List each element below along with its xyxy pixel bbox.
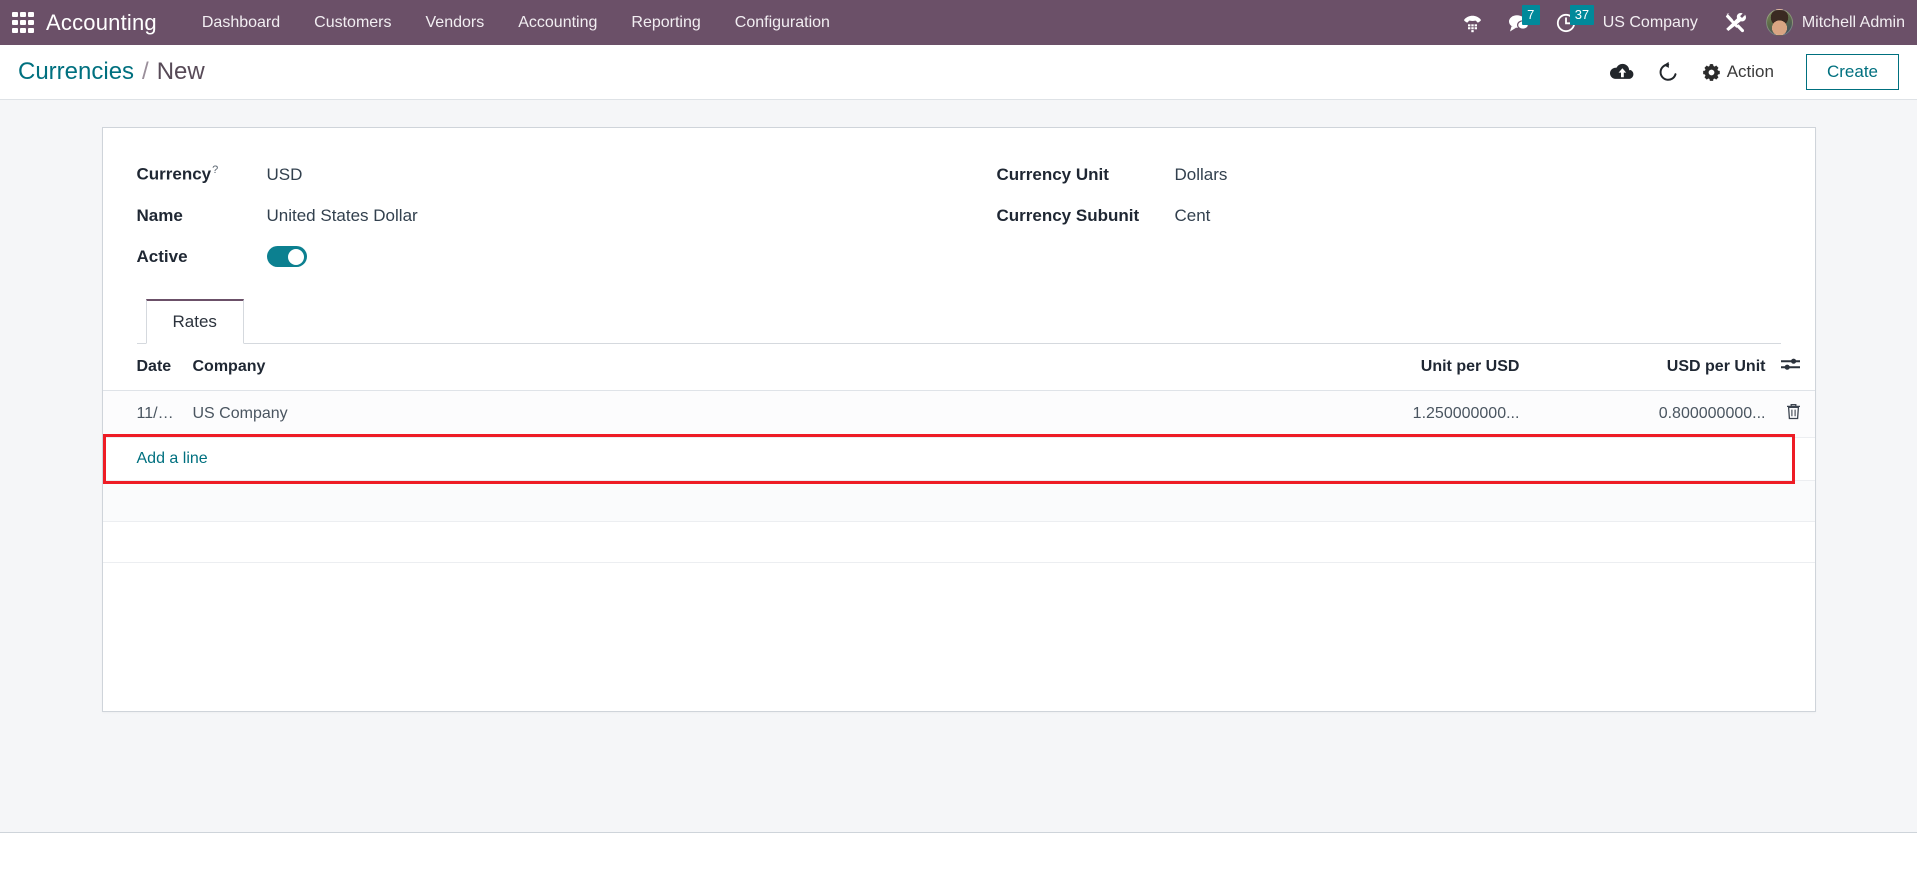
field-name: Name United States Dollar [137, 195, 997, 236]
menu-item-reporting[interactable]: Reporting [614, 0, 717, 45]
menu-item-customers[interactable]: Customers [297, 0, 408, 45]
menu-item-accounting[interactable]: Accounting [501, 0, 614, 45]
rates-table-head: Date Company Unit per USD USD per Unit [102, 344, 1815, 391]
navbar-right-tools: 7 37 US Company Mitchell Admin [1450, 0, 1917, 45]
user-name-label: Mitchell Admin [1801, 13, 1905, 31]
field-value-name[interactable]: United States Dollar [267, 206, 418, 226]
add-line-cell[interactable]: Add a line [102, 437, 1815, 481]
field-currency-unit: Currency Unit Dollars [997, 154, 1781, 195]
notebook: Rates [136, 299, 1781, 344]
field-label-currency-subunit: Currency Subunit [996, 205, 1140, 225]
field-value-currency-subunit[interactable]: Cent [1175, 206, 1211, 226]
action-label: Action [1726, 62, 1774, 81]
control-panel: Currencies / New Action Create [0, 45, 1917, 100]
top-navbar: Accounting Dashboard Customers Vendors A… [0, 0, 1917, 45]
form-right-column: Currency Unit Dollars Currency Subunit C… [997, 154, 1781, 277]
empty-cell [103, 563, 1815, 631]
field-value-currency[interactable]: USD [267, 165, 303, 185]
help-tooltip-icon[interactable]: ? [212, 164, 218, 176]
menu-item-dashboard[interactable]: Dashboard [185, 0, 297, 45]
action-dropdown-button[interactable]: Action [1691, 53, 1794, 91]
phone-dialpad-button[interactable] [1450, 0, 1495, 45]
phone-dialpad-icon [1463, 15, 1481, 32]
field-label-currency-unit: Currency Unit [996, 164, 1109, 184]
trash-icon[interactable] [1786, 403, 1801, 424]
empty-row [102, 521, 1815, 563]
empty-cell [102, 521, 1815, 563]
col-header-usd-per-unit[interactable]: USD per Unit [1527, 344, 1774, 391]
field-label-active: Active [136, 246, 188, 266]
add-line-row[interactable]: Add a line [102, 437, 1815, 481]
tab-rates[interactable]: Rates [145, 299, 244, 344]
save-record-button[interactable] [1599, 52, 1645, 92]
main-menu: Dashboard Customers Vendors Accounting R… [185, 0, 847, 45]
field-currency: Currency? USD [137, 154, 997, 195]
discard-changes-button[interactable] [1645, 52, 1691, 92]
form-sheet: Currency? USD Name United States Dollar … [101, 127, 1816, 712]
company-switcher[interactable]: US Company [1589, 14, 1712, 32]
table-row[interactable]: 11/10/2... US Company 1.250000000... 0.8… [102, 390, 1815, 438]
menu-item-vendors[interactable]: Vendors [409, 0, 502, 45]
breadcrumb-new: New [156, 58, 205, 85]
apps-grid-icon [12, 11, 34, 34]
notebook-tab-headers: Rates [136, 299, 1781, 344]
field-label-currency: Currency? [137, 164, 267, 185]
field-label-name: Name [136, 205, 183, 225]
sliders-options-icon[interactable] [1781, 358, 1801, 376]
field-active: Active [137, 236, 997, 277]
activities-button[interactable]: 37 [1543, 0, 1595, 45]
apps-menu-button[interactable] [0, 0, 46, 45]
cell-company[interactable]: US Company [184, 390, 1282, 438]
col-header-options[interactable] [1773, 344, 1815, 391]
col-header-unit-per-usd[interactable]: Unit per USD [1281, 344, 1528, 391]
menu-item-configuration[interactable]: Configuration [718, 0, 847, 45]
developer-tools-button[interactable] [1712, 0, 1760, 45]
gear-icon [1702, 63, 1720, 81]
empty-row [103, 563, 1815, 631]
create-button[interactable]: Create [1805, 53, 1899, 91]
field-label-currency-text: Currency [136, 164, 212, 184]
form-left-column: Currency? USD Name United States Dollar … [137, 154, 997, 277]
add-a-line-link[interactable]: Add a line [137, 450, 208, 467]
rates-table-body: 11/10/2... US Company 1.250000000... 0.8… [102, 390, 1815, 631]
cell-unit-per-usd[interactable]: 1.250000000... [1281, 390, 1528, 438]
control-panel-actions: Action Create [1599, 52, 1899, 92]
cell-date[interactable]: 11/10/2... [102, 390, 185, 438]
activities-count-badge: 37 [1569, 5, 1595, 25]
cloud-upload-icon [1609, 63, 1634, 79]
form-fields-grid: Currency? USD Name United States Dollar … [137, 154, 1781, 285]
active-toggle[interactable] [266, 246, 307, 267]
form-sheet-inner: Currency? USD Name United States Dollar … [103, 128, 1815, 344]
empty-row [102, 480, 1815, 522]
field-currency-subunit: Currency Subunit Cent [997, 195, 1781, 236]
empty-cell [102, 480, 1815, 522]
undo-icon [1659, 61, 1677, 81]
page-body: Currency? USD Name United States Dollar … [0, 100, 1917, 833]
rates-header-row: Date Company Unit per USD USD per Unit [102, 344, 1815, 391]
rates-list: Date Company Unit per USD USD per Unit 1… [102, 344, 1815, 631]
breadcrumb-currencies[interactable]: Currencies [18, 58, 134, 86]
col-header-date[interactable]: Date [102, 344, 185, 391]
avatar [1765, 9, 1793, 36]
rates-table: Date Company Unit per USD USD per Unit 1… [102, 344, 1815, 631]
col-header-company[interactable]: Company [184, 344, 1282, 391]
app-brand-accounting[interactable]: Accounting [46, 10, 185, 36]
field-value-currency-unit[interactable]: Dollars [1175, 165, 1228, 185]
user-menu[interactable]: Mitchell Admin [1760, 9, 1905, 36]
cell-delete[interactable] [1773, 390, 1815, 438]
app-window: Accounting Dashboard Customers Vendors A… [0, 0, 1917, 877]
breadcrumb-separator: / [142, 58, 149, 85]
breadcrumb: Currencies / New [18, 58, 205, 86]
wrench-screwdriver-icon [1725, 12, 1746, 33]
messages-count-badge: 7 [1521, 5, 1540, 25]
cell-usd-per-unit[interactable]: 0.800000000... [1527, 390, 1774, 438]
messages-button[interactable]: 7 [1495, 0, 1543, 45]
